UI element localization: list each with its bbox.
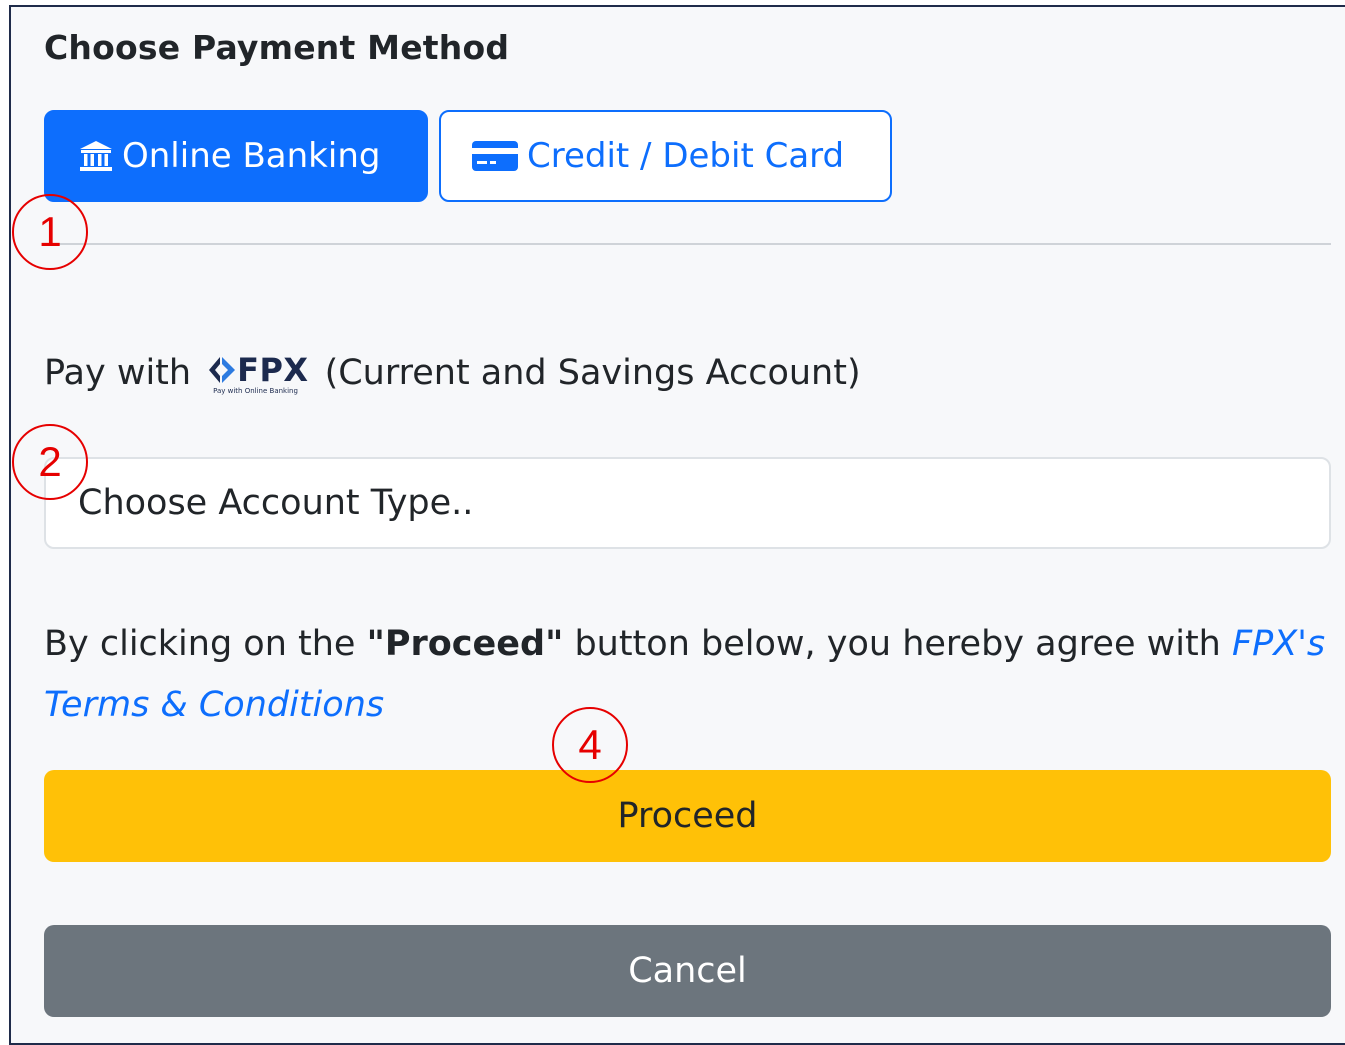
bank-icon: [80, 141, 112, 171]
fpx-logo-text: FPX: [237, 351, 309, 389]
terms-prefix: By clicking on the: [44, 624, 367, 664]
fpx-logo-tagline: Pay with Online Banking: [213, 387, 298, 395]
account-type-select[interactable]: Choose Account Type..: [44, 457, 1331, 549]
terms-emphasis: "Proceed": [366, 624, 564, 664]
page-title: Choose Payment Method: [44, 28, 510, 67]
account-type-placeholder: Choose Account Type..: [78, 483, 474, 523]
cancel-button[interactable]: Cancel: [44, 925, 1331, 1017]
step-marker-4: 4: [552, 707, 628, 783]
tab-online-banking-label: Online Banking: [122, 136, 381, 176]
step-marker-2: 2: [12, 424, 88, 500]
terms-text: By clicking on the "Proceed" button belo…: [44, 614, 1334, 736]
fpx-pay-line: Pay with FPX Pay with Online Banking (Cu…: [44, 352, 861, 396]
credit-card-icon: [472, 141, 518, 171]
proceed-button[interactable]: Proceed: [44, 770, 1331, 862]
tab-credit-debit-card[interactable]: Credit / Debit Card: [439, 110, 892, 202]
step-marker-1: 1: [12, 194, 88, 270]
fpx-chevrons-icon: [209, 357, 236, 383]
fpx-logo: FPX Pay with Online Banking: [207, 354, 308, 395]
terms-middle: button below, you hereby agree with: [563, 624, 1232, 664]
account-note: (Current and Savings Account): [324, 352, 861, 393]
divider: [44, 243, 1331, 245]
tab-credit-debit-card-label: Credit / Debit Card: [527, 136, 845, 176]
tab-online-banking[interactable]: Online Banking: [44, 110, 428, 202]
pay-with-text: Pay with: [44, 352, 192, 393]
proceed-button-label: Proceed: [617, 796, 758, 836]
cancel-button-label: Cancel: [628, 951, 747, 991]
